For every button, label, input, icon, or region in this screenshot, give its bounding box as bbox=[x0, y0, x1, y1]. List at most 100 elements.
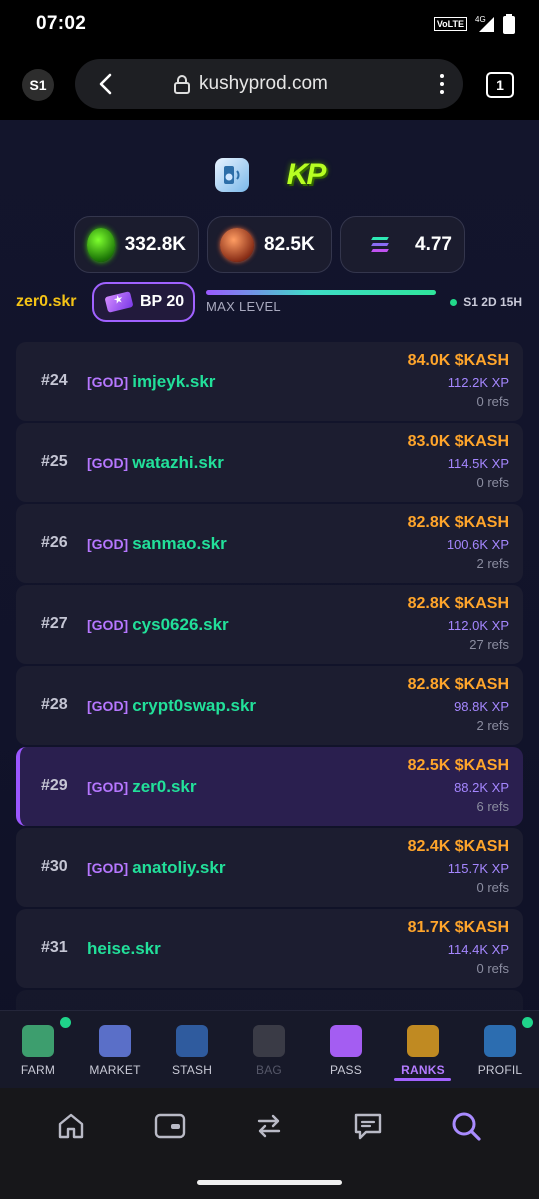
battle-pass-button[interactable]: BP 20 bbox=[92, 282, 195, 322]
nav-market[interactable]: MARKET bbox=[80, 1011, 150, 1089]
rank-tag: [GOD] bbox=[87, 455, 129, 471]
kash-amount: 82.4K $KASH bbox=[407, 838, 509, 855]
kash-balance[interactable]: 82.5K bbox=[207, 216, 332, 273]
level-progress-bar bbox=[206, 290, 436, 295]
season-timer: S1 2D 15H bbox=[450, 295, 522, 309]
header-logos: KP bbox=[0, 158, 539, 192]
nav-label: MARKET bbox=[89, 1063, 141, 1077]
back-icon[interactable] bbox=[93, 72, 117, 96]
sol-balance[interactable]: 4.77 bbox=[340, 216, 465, 273]
rank-tag: [GOD] bbox=[87, 536, 129, 552]
game-bottom-nav: FARM MARKET STASH BAG PASS RANKS PROFIL bbox=[0, 1010, 539, 1088]
leaderboard-row[interactable]: #28 [GOD] crypt0swap.skr 82.8K $KASH 98.8K X… bbox=[16, 666, 523, 745]
rank-number: #25 bbox=[41, 453, 68, 470]
player-handle: anatoliy.skr bbox=[132, 858, 226, 877]
kash-amount: 81.7K $KASH bbox=[407, 919, 509, 936]
kash-coin-icon bbox=[220, 227, 254, 262]
svg-text:4G: 4G bbox=[475, 15, 486, 24]
xp-amount: 115.7K XP bbox=[447, 861, 509, 876]
nav-label: BAG bbox=[256, 1063, 282, 1077]
referral-count: 0 refs bbox=[476, 961, 509, 976]
rank-number: #28 bbox=[41, 696, 68, 713]
rank-tag: [GOD] bbox=[87, 374, 129, 390]
kash-amount: 84.0K $KASH bbox=[407, 352, 509, 369]
kp-balance[interactable]: 332.8K bbox=[74, 216, 199, 273]
kash-balance-value: 82.5K bbox=[264, 233, 315, 255]
rank-tag: [GOD] bbox=[87, 617, 129, 633]
kash-amount: 82.8K $KASH bbox=[407, 595, 509, 612]
leaderboard-row[interactable]: #30 [GOD] anatoliy.skr 82.4K $KASH 115.7K XP… bbox=[16, 828, 523, 907]
season-timer-text: S1 2D 15H bbox=[463, 295, 522, 309]
profile-icon bbox=[484, 1025, 516, 1057]
kash-amount: 83.0K $KASH bbox=[407, 433, 509, 450]
profile-button[interactable]: S1 bbox=[22, 69, 54, 101]
battle-pass-label: BP 20 bbox=[140, 293, 185, 310]
user-status-row: zer0.skr BP 20 MAX LEVEL S1 2D 15H bbox=[0, 282, 539, 322]
xp-amount: 114.5K XP bbox=[447, 456, 509, 471]
leaderboard-row[interactable]: #27 [GOD] cys0626.skr 82.8K $KASH 112.0K XP 2… bbox=[16, 585, 523, 664]
address-bar[interactable]: kushyprod.com bbox=[75, 59, 463, 109]
rank-tag: [GOD] bbox=[87, 860, 129, 876]
referral-count: 2 refs bbox=[476, 556, 509, 571]
nav-profil[interactable]: PROFIL bbox=[465, 1011, 535, 1089]
nav-label: FARM bbox=[20, 1063, 56, 1077]
nav-stash[interactable]: STASH bbox=[157, 1011, 227, 1089]
speaker-icon[interactable] bbox=[214, 158, 249, 192]
player-name: [GOD] zer0.skr bbox=[87, 777, 197, 797]
nav-farm[interactable]: FARM bbox=[3, 1011, 73, 1089]
search-icon[interactable] bbox=[446, 1106, 486, 1146]
ticket-icon bbox=[104, 291, 134, 313]
stash-icon bbox=[176, 1025, 208, 1057]
kp-coin-icon bbox=[87, 227, 115, 262]
home-icon[interactable] bbox=[51, 1106, 91, 1146]
xp-amount: 88.2K XP bbox=[454, 780, 509, 795]
xp-amount: 112.2K XP bbox=[447, 375, 509, 390]
kash-amount: 82.8K $KASH bbox=[407, 676, 509, 693]
nav-ranks[interactable]: RANKS bbox=[388, 1011, 458, 1089]
balance-bar: 332.8K 82.5K 4.77 bbox=[74, 216, 465, 273]
tab-switcher-button[interactable]: 1 bbox=[486, 72, 514, 98]
app-navigation-bar bbox=[0, 1088, 539, 1199]
notification-dot bbox=[60, 1017, 71, 1028]
leaderboard-row[interactable]: #31 heise.skr 81.7K $KASH 114.4K XP 0 refs bbox=[16, 909, 523, 988]
status-bar: 07:02 VoLTE 4G bbox=[0, 0, 539, 48]
chat-icon[interactable] bbox=[348, 1106, 388, 1146]
nav-label: RANKS bbox=[401, 1063, 445, 1077]
web-page: KP 332.8K 82.5K 4.77 zer0.skr BP 20 MAX … bbox=[0, 120, 539, 1086]
player-name: [GOD] watazhi.skr bbox=[87, 453, 224, 473]
swap-icon[interactable] bbox=[249, 1106, 289, 1146]
leaderboard-row[interactable]: #26 [GOD] sanmao.skr 82.8K $KASH 100.6K XP 2 … bbox=[16, 504, 523, 583]
player-handle: sanmao.skr bbox=[132, 534, 227, 553]
level-label: MAX LEVEL bbox=[206, 299, 281, 314]
leaderboard-list[interactable]: #24 [GOD] imjeyk.skr 84.0K $KASH 112.2K XP 0 … bbox=[16, 342, 523, 1022]
player-name: [GOD] cys0626.skr bbox=[87, 615, 229, 635]
ranks-icon bbox=[407, 1025, 439, 1057]
sol-balance-value: 4.77 bbox=[415, 233, 452, 255]
xp-amount: 98.8K XP bbox=[454, 699, 509, 714]
nav-pass[interactable]: PASS bbox=[311, 1011, 381, 1089]
leaderboard-row[interactable]: #24 [GOD] imjeyk.skr 84.0K $KASH 112.2K XP 0 … bbox=[16, 342, 523, 421]
player-name: [GOD] sanmao.skr bbox=[87, 534, 227, 554]
browser-toolbar: S1 kushyprod.com 1 bbox=[0, 48, 539, 120]
signal-icon: 4G bbox=[475, 15, 494, 32]
url-text[interactable]: kushyprod.com bbox=[199, 73, 328, 95]
referral-count: 2 refs bbox=[476, 718, 509, 733]
rank-tag: [GOD] bbox=[87, 779, 129, 795]
player-handle: watazhi.skr bbox=[132, 453, 224, 472]
player-name: [GOD] crypt0swap.skr bbox=[87, 696, 256, 716]
lock-icon bbox=[174, 75, 190, 94]
farm-icon bbox=[22, 1025, 54, 1057]
menu-icon[interactable] bbox=[439, 74, 445, 94]
referral-count: 0 refs bbox=[476, 394, 509, 409]
xp-amount: 114.4K XP bbox=[447, 942, 509, 957]
referral-count: 6 refs bbox=[476, 799, 509, 814]
referral-count: 0 refs bbox=[476, 880, 509, 895]
player-handle: zer0.skr bbox=[132, 777, 197, 796]
kp-balance-value: 332.8K bbox=[124, 233, 186, 255]
leaderboard-row-current-user[interactable]: #29 [GOD] zer0.skr 82.5K $KASH 88.2K XP 6 ref… bbox=[16, 747, 523, 826]
leaderboard-row[interactable]: #25 [GOD] watazhi.skr 83.0K $KASH 114.5K XP 0… bbox=[16, 423, 523, 502]
nav-label: PROFIL bbox=[477, 1063, 523, 1077]
bag-icon bbox=[253, 1025, 285, 1057]
rank-number: #29 bbox=[41, 777, 68, 794]
wallet-icon[interactable] bbox=[150, 1106, 190, 1146]
